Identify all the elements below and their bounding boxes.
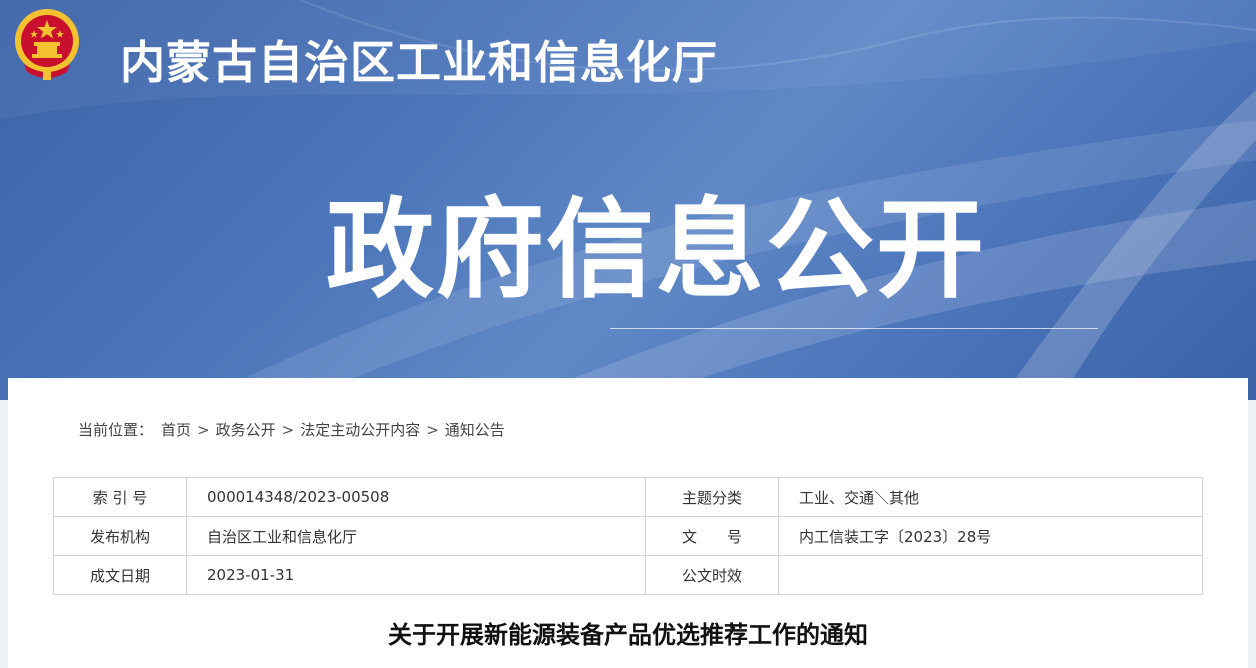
page-header: 内蒙古自治区工业和信息化厅 政府信息公开 xyxy=(0,0,1256,400)
banner-divider xyxy=(610,328,1098,329)
breadcrumb-item-home[interactable]: 首页 xyxy=(161,419,191,440)
breadcrumb-separator: > xyxy=(197,421,210,439)
meta-value-written-date: 2023-01-31 xyxy=(186,555,646,595)
breadcrumb-item-notices[interactable]: 通知公告 xyxy=(445,419,505,440)
meta-label-topic-category: 主题分类 xyxy=(645,477,779,517)
meta-label-written-date: 成文日期 xyxy=(53,555,187,595)
banner-title: 政府信息公开 xyxy=(326,188,987,313)
meta-value-document-number: 内工信装工字〔2023〕28号 xyxy=(778,516,1203,556)
meta-value-index-number: 000014348/2023-00508 xyxy=(186,477,646,517)
meta-label-issuing-agency: 发布机构 xyxy=(53,516,187,556)
meta-label-document-number: 文 号 xyxy=(645,516,779,556)
meta-value-topic-category: 工业、交通＼其他 xyxy=(778,477,1203,517)
table-row: 成文日期 2023-01-31 公文时效 xyxy=(53,555,1203,595)
document-metadata-table: 索 引 号 000014348/2023-00508 主题分类 工业、交通＼其他… xyxy=(53,477,1203,595)
breadcrumb-item-gov-affairs[interactable]: 政务公开 xyxy=(216,419,276,440)
meta-value-issuing-agency: 自治区工业和信息化厅 xyxy=(186,516,646,556)
content-panel: 当前位置： 首页 > 政务公开 > 法定主动公开内容 > 通知公告 索 引 号 0000143… xyxy=(8,378,1248,668)
table-row: 索 引 号 000014348/2023-00508 主题分类 工业、交通＼其他 xyxy=(53,477,1203,517)
national-emblem-icon xyxy=(15,9,79,80)
breadcrumb-prefix: 当前位置： xyxy=(78,421,154,439)
meta-label-index-number: 索 引 号 xyxy=(53,477,187,517)
document-title: 关于开展新能源装备产品优选推荐工作的通知 xyxy=(388,621,868,649)
site-name[interactable]: 内蒙古自治区工业和信息化厅 xyxy=(120,26,718,91)
table-row: 发布机构 自治区工业和信息化厅 文 号 内工信装工字〔2023〕28号 xyxy=(53,516,1203,556)
breadcrumb: 当前位置： 首页 > 政务公开 > 法定主动公开内容 > 通知公告 xyxy=(78,419,505,440)
meta-value-validity xyxy=(778,555,1203,595)
breadcrumb-separator: > xyxy=(426,421,439,439)
breadcrumb-separator: > xyxy=(281,421,295,439)
meta-label-validity: 公文时效 xyxy=(645,555,779,595)
breadcrumb-item-statutory-content[interactable]: 法定主动公开内容 xyxy=(300,419,420,440)
